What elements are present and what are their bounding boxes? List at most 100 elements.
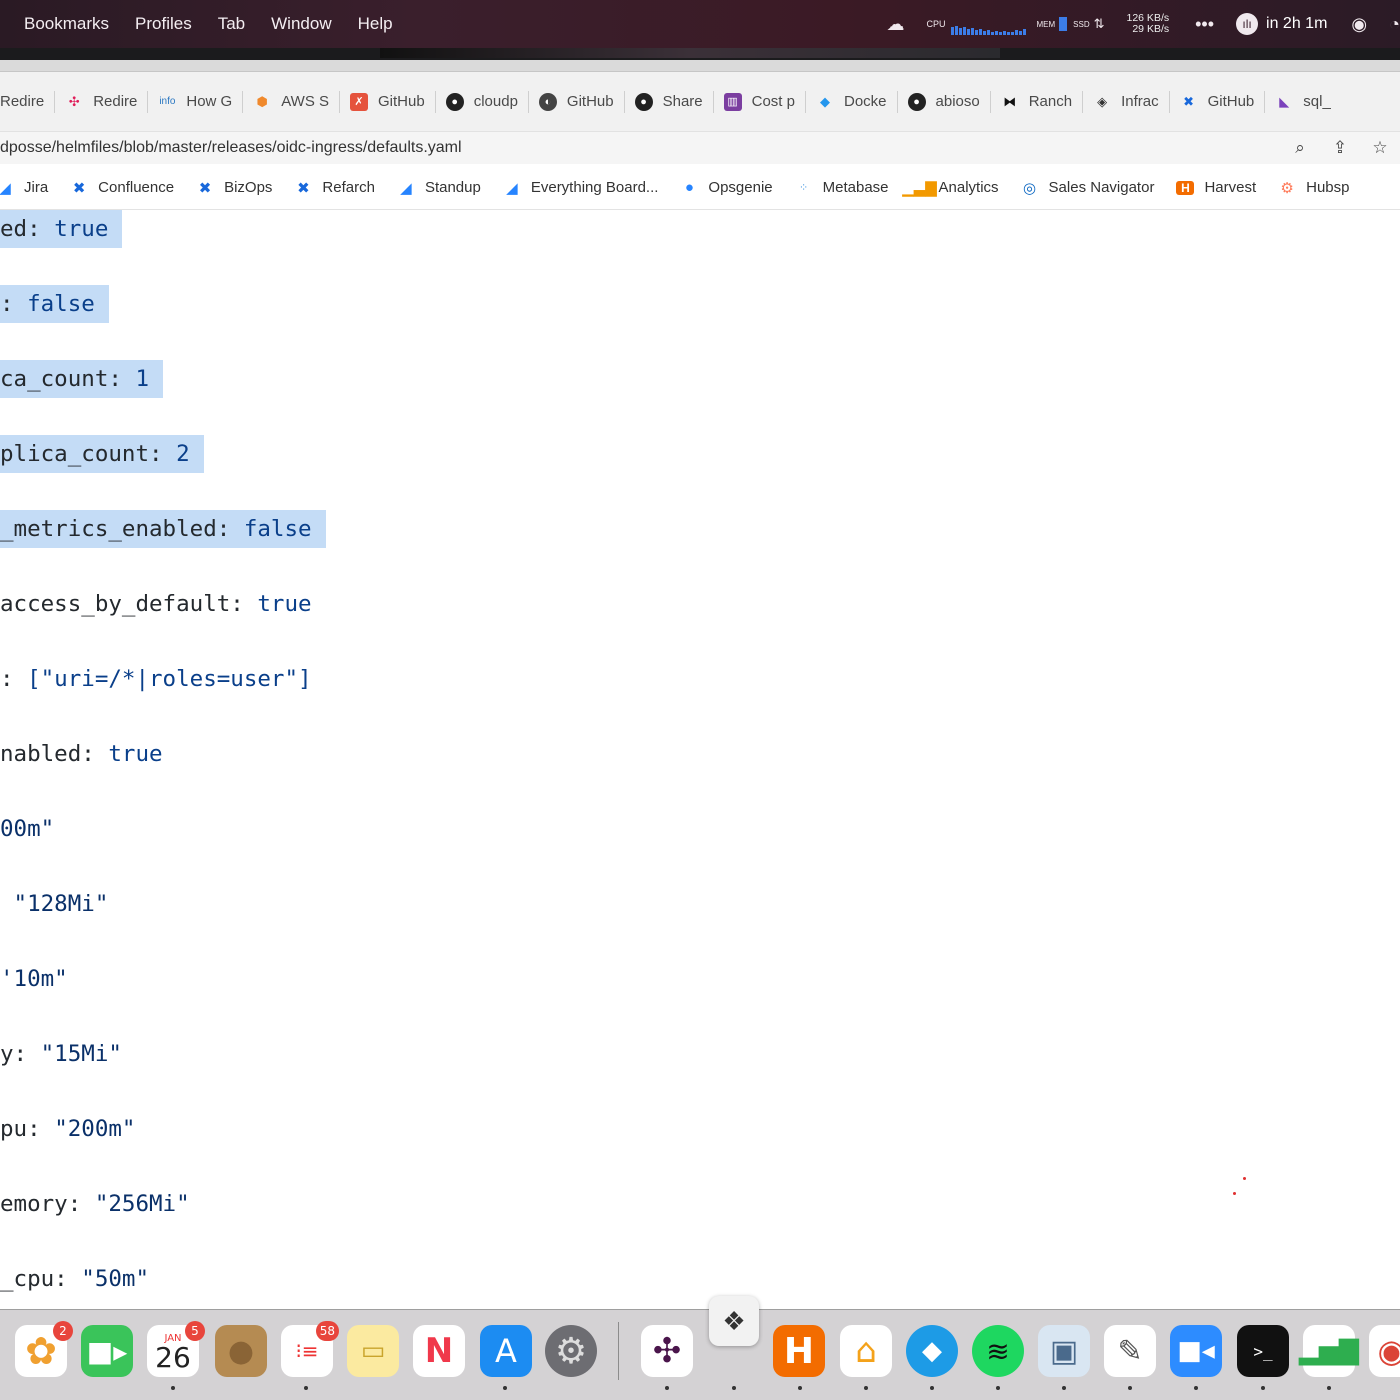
yaml-value: true bbox=[54, 216, 109, 242]
bookmark-everything-board[interactable]: ◢ Everything Board... bbox=[503, 179, 658, 197]
cpu-label: CPU bbox=[926, 18, 946, 29]
yaml-value: "256Mi" bbox=[94, 1191, 190, 1217]
dock-news[interactable]: N bbox=[413, 1325, 465, 1377]
more-icon[interactable]: ••• bbox=[1195, 14, 1214, 35]
bookmark-bizops[interactable]: ✖ BizOps bbox=[196, 179, 273, 197]
dock-harvest[interactable]: H bbox=[773, 1325, 825, 1377]
bookmark-hubspot[interactable]: ⚙ Hubsp bbox=[1278, 179, 1349, 197]
dock-terminal[interactable]: >_ bbox=[1237, 1325, 1289, 1377]
bookmark-item[interactable]: ◆ Docke bbox=[806, 90, 898, 113]
bookmark-jira[interactable]: ◢ Jira bbox=[0, 179, 48, 197]
bookmark-analytics[interactable]: ▁▃▇ Analytics bbox=[902, 179, 998, 197]
dock-calendar[interactable]: JAN 26 5 bbox=[147, 1321, 205, 1377]
infracost-icon: ◈ bbox=[1097, 93, 1108, 109]
weather-icon[interactable]: ☁ bbox=[886, 14, 904, 35]
bookmarks-bar: ◢ Jira ✖ Confluence ✖ BizOps ✖ Refarch ◢ Stan… bbox=[0, 166, 1400, 210]
bookmark-label: Redire bbox=[0, 93, 45, 110]
menu-window[interactable]: Window bbox=[271, 14, 331, 34]
share-icon[interactable]: ⇪ bbox=[1320, 138, 1360, 158]
bookmark-item[interactable]: ✖ GitHub bbox=[1170, 90, 1266, 113]
bookmark-sales-navigator[interactable]: ◎ Sales Navigator bbox=[1021, 179, 1155, 197]
bookmark-standup[interactable]: ◢ Standup bbox=[397, 179, 481, 197]
bookmark-item[interactable]: ◣ sql_ bbox=[1265, 91, 1341, 113]
bookmark-item[interactable]: ⧓ Ranch bbox=[991, 90, 1084, 113]
dock-contacts[interactable]: ● bbox=[215, 1325, 267, 1377]
dock-system-preferences[interactable]: ⚙ bbox=[545, 1325, 597, 1377]
aws-icon: ⬢ bbox=[256, 93, 268, 109]
bookmark-item[interactable]: Redire bbox=[0, 90, 56, 113]
dock-zoom[interactable]: ■◂ bbox=[1170, 1325, 1222, 1377]
bookmark-item[interactable]: ✗ GitHub bbox=[340, 90, 436, 113]
bookmark-item[interactable]: ◈ Infrac bbox=[1083, 90, 1170, 113]
menu-tab[interactable]: Tab bbox=[218, 14, 245, 34]
dock-slack[interactable]: ✣ bbox=[641, 1325, 693, 1377]
rancher-icon: ⧓ bbox=[1003, 93, 1017, 109]
network-speed[interactable]: 126 KB/s 29 KB/s bbox=[1127, 13, 1170, 35]
github-actions-icon: ✗ bbox=[350, 92, 369, 111]
bookmark-label: Ranch bbox=[1028, 93, 1073, 110]
bookmark-item[interactable]: ◐ GitHub bbox=[529, 90, 625, 113]
zoom-icon[interactable]: ⌕ bbox=[1280, 138, 1320, 158]
waveform-icon: ılı bbox=[1236, 13, 1259, 35]
code-line: "128Mi" bbox=[0, 885, 109, 923]
dock-app-store[interactable]: A bbox=[480, 1325, 532, 1377]
bookmark-item[interactable]: ⬢ AWS S bbox=[243, 90, 341, 113]
dock-notes[interactable]: ▭ bbox=[347, 1325, 399, 1377]
bookmark-opsgenie[interactable]: ● Opsgenie bbox=[680, 179, 773, 196]
sound-icon[interactable]: ◔ bbox=[1389, 14, 1400, 35]
dock-numbers[interactable]: ▂▅▇ bbox=[1299, 1325, 1359, 1377]
menu-help[interactable]: Help bbox=[358, 14, 393, 34]
bookmark-item[interactable]: ✣ Redire bbox=[55, 90, 149, 113]
contacts-icon: ● bbox=[227, 1333, 255, 1369]
dock-home[interactable]: ⌂ bbox=[840, 1325, 892, 1377]
bookmark-item[interactable]: ● Share bbox=[625, 90, 714, 113]
yaml-key: y: bbox=[0, 1041, 41, 1067]
running-indicator bbox=[503, 1386, 507, 1390]
jira-icon: ◢ bbox=[0, 179, 11, 197]
video-camera-icon: ■◂ bbox=[1177, 1336, 1215, 1366]
address-bar[interactable]: dposse/helmfiles/blob/master/releases/oi… bbox=[0, 132, 1400, 164]
url-text[interactable]: dposse/helmfiles/blob/master/releases/oi… bbox=[0, 139, 462, 157]
bookmark-item[interactable]: ● cloudp bbox=[436, 90, 529, 113]
bookmark-star-icon[interactable]: ☆ bbox=[1360, 138, 1400, 158]
yaml-value: '10m" bbox=[0, 966, 68, 992]
yaml-value: "128Mi" bbox=[13, 891, 109, 917]
dock-spotify[interactable]: ≋ bbox=[972, 1325, 1024, 1377]
bookmark-label: Docke bbox=[843, 93, 887, 110]
opsgenie-icon: ● bbox=[684, 179, 694, 196]
dock-separator bbox=[618, 1322, 619, 1380]
dock-facetime[interactable]: ■▸ bbox=[81, 1325, 133, 1377]
jira-icon: ◢ bbox=[506, 179, 518, 197]
onepassword-icon[interactable]: ◉ bbox=[1351, 14, 1367, 35]
dock-drag-handle[interactable]: ❖ bbox=[709, 1296, 759, 1346]
bookmark-label: GitHub bbox=[378, 93, 425, 110]
dock-preview[interactable]: ▣ bbox=[1038, 1325, 1090, 1377]
dock-photos[interactable]: ✿ 2 bbox=[15, 1321, 73, 1377]
calendar-timer[interactable]: ılı in 2h 1m bbox=[1236, 13, 1327, 35]
bookmark-metabase[interactable]: ⁘ Metabase bbox=[795, 179, 888, 196]
bookmark-item[interactable]: ▥ Cost p bbox=[714, 90, 806, 113]
dock-textedit[interactable]: ✎ bbox=[1104, 1325, 1156, 1377]
bookmark-refarch[interactable]: ✖ Refarch bbox=[294, 179, 375, 197]
bar-chart-icon: ▂▅▇ bbox=[1299, 1336, 1359, 1366]
menu-profiles[interactable]: Profiles bbox=[135, 14, 192, 34]
mem-bar-icon[interactable] bbox=[1059, 17, 1068, 31]
bookmark-label: Sales Navigator bbox=[1048, 179, 1155, 196]
bookmark-confluence[interactable]: ✖ Confluence bbox=[70, 179, 174, 197]
yaml-value: false bbox=[243, 516, 312, 542]
bookmark-label: Infrac bbox=[1121, 93, 1159, 110]
dock-chrome[interactable]: ◉ bbox=[1369, 1325, 1400, 1377]
yaml-key: ca_count: bbox=[0, 366, 136, 392]
mem-label: MEM bbox=[1036, 19, 1056, 29]
code-line: pu: "200m" bbox=[0, 1110, 135, 1148]
bookmark-item[interactable]: ● abioso bbox=[898, 90, 991, 113]
dock-reminders[interactable]: ⁝≡ 58 bbox=[281, 1321, 339, 1377]
cpu-graph[interactable] bbox=[951, 13, 1027, 35]
confluence-icon: ✖ bbox=[1183, 93, 1195, 109]
bookmark-label: Harvest bbox=[1204, 179, 1257, 196]
dock-docker[interactable]: ◆ bbox=[906, 1325, 958, 1377]
bookmark-harvest[interactable]: H Harvest bbox=[1176, 179, 1256, 196]
bookmark-item[interactable]: info How G bbox=[148, 90, 244, 113]
menu-bookmarks[interactable]: Bookmarks bbox=[24, 14, 109, 34]
code-line: _metrics_enabled: false bbox=[0, 510, 326, 548]
